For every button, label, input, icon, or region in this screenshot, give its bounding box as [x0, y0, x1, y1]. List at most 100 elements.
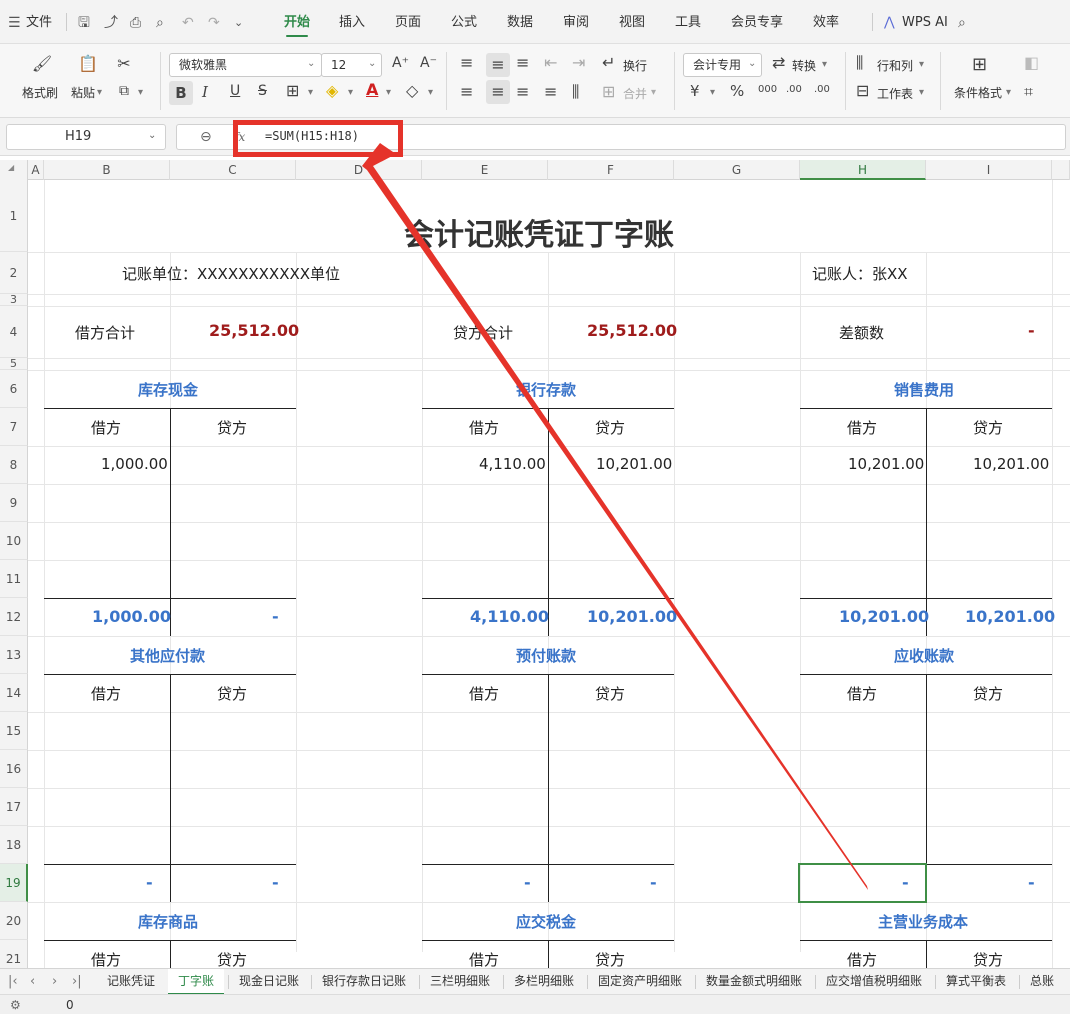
credit-header[interactable]: 贷方 — [973, 683, 1003, 704]
merge-icon[interactable]: ⊞ — [602, 82, 615, 101]
sheet-tab-trial-balance[interactable]: 算式平衡表 — [946, 969, 1006, 995]
sheet-tab-three-column-ledger[interactable]: 三栏明细账 — [430, 969, 490, 995]
conditional-format-icon[interactable]: ⊞ — [972, 54, 987, 75]
credit-header[interactable]: 贷方 — [595, 417, 625, 438]
align-middle-icon[interactable]: ≡ — [486, 53, 510, 77]
sheet-tab-multi-column-ledger[interactable]: 多栏明细账 — [514, 969, 574, 995]
column-header-C[interactable]: C — [170, 160, 296, 180]
paste-button[interactable]: 粘贴 — [71, 84, 95, 101]
font-shrink-icon[interactable]: A⁻ — [420, 55, 437, 71]
tab-member[interactable]: 会员专享 — [731, 0, 783, 44]
wrap-text-button[interactable]: 换行 — [623, 57, 647, 74]
strikethrough-button[interactable]: S — [258, 83, 267, 99]
row-header-15[interactable]: 15 — [0, 712, 28, 750]
column-header-B[interactable]: B — [44, 160, 170, 180]
credit-header[interactable]: 贷方 — [217, 417, 247, 438]
fill-color-dropdown-icon[interactable]: ▾ — [348, 87, 353, 98]
sheet-tab-vat[interactable]: 应交增值税明细账 — [826, 969, 922, 995]
row-header-19[interactable]: 19 — [0, 864, 28, 902]
credit-header[interactable]: 贷方 — [217, 949, 247, 968]
sheet-tab-voucher[interactable]: 记账凭证 — [107, 969, 155, 995]
increase-decimal-button[interactable]: .00 — [786, 84, 802, 95]
cell-B19[interactable]: - — [146, 873, 153, 892]
cell-H8[interactable]: 10,201.00 — [848, 455, 924, 473]
zoom-icon[interactable]: ⊖ — [200, 129, 212, 145]
difference-label[interactable]: 差额数 — [839, 322, 884, 343]
debit-header[interactable]: 借方 — [91, 949, 121, 968]
font-color-icon[interactable]: A — [366, 80, 378, 99]
worksheet-button[interactable]: 工作表 — [877, 85, 913, 102]
row-header-8[interactable]: 8 — [0, 446, 28, 484]
credit-header[interactable]: 贷方 — [595, 683, 625, 704]
row-col-icon[interactable]: ⫼ — [856, 53, 863, 73]
last-sheet-icon[interactable]: ›| — [72, 969, 82, 995]
cell-F8[interactable]: 10,201.00 — [596, 455, 672, 473]
format-painter-button[interactable]: 格式刷 — [22, 84, 58, 101]
search-icon[interactable]: ⌕ — [958, 0, 966, 44]
account-cost-title[interactable]: 主营业务成本 — [878, 911, 968, 932]
bookkeeper[interactable]: 记账人：张XX — [812, 263, 908, 284]
worksheet-dropdown-icon[interactable]: ▾ — [919, 87, 924, 98]
cell-F19[interactable]: - — [650, 873, 657, 892]
undo-icon[interactable]: ↶ — [182, 0, 194, 44]
row-header-6[interactable]: 6 — [0, 370, 28, 408]
italic-button[interactable]: I — [202, 83, 208, 101]
debit-header[interactable]: 借方 — [469, 417, 499, 438]
worksheet-icon[interactable]: ⊟ — [856, 81, 869, 100]
debit-total-label[interactable]: 借方合计 — [75, 322, 135, 343]
quick-access-dropdown-icon[interactable]: ⌄ — [234, 0, 243, 44]
number-format-dropdown-icon[interactable]: ⌄ — [748, 58, 756, 69]
cell-F12[interactable]: 10,201.00 — [587, 607, 677, 626]
align-left-icon[interactable]: ≡ — [460, 82, 473, 101]
sheet-tab-cash-journal[interactable]: 现金日记账 — [239, 969, 299, 995]
row-header-1[interactable]: 1 — [0, 180, 28, 252]
account-prepaid-title[interactable]: 预付账款 — [516, 645, 576, 666]
justify-icon[interactable]: ≡ — [544, 82, 557, 101]
crop-icon[interactable]: ⌗ — [1024, 82, 1033, 102]
distribute-icon[interactable]: ⫼ — [572, 82, 579, 102]
wps-ai-button[interactable]: WPS AI — [902, 0, 948, 44]
border-icon[interactable]: ⊞ — [286, 81, 299, 100]
debit-total-value[interactable]: 25,512.00 — [209, 321, 299, 340]
row-header-18[interactable]: 18 — [0, 826, 28, 864]
font-color-dropdown-icon[interactable]: ▾ — [386, 87, 391, 98]
row-header-9[interactable]: 9 — [0, 484, 28, 522]
debit-header[interactable]: 借方 — [469, 683, 499, 704]
row-header-14[interactable]: 14 — [0, 674, 28, 712]
cell-H12[interactable]: 10,201.00 — [839, 607, 929, 626]
macro-icon[interactable]: ⚙ — [10, 995, 21, 1014]
sheet-title[interactable]: 会计记账凭证丁字账 — [404, 210, 674, 254]
cut-icon[interactable]: ✂ — [112, 54, 136, 73]
debit-header[interactable]: 借方 — [91, 417, 121, 438]
row-header-4[interactable]: 4 — [0, 306, 28, 358]
column-header-G[interactable]: G — [674, 160, 800, 180]
convert-dropdown-icon[interactable]: ▾ — [822, 59, 827, 70]
cell-I8[interactable]: 10,201.00 — [973, 455, 1049, 473]
credit-total-value[interactable]: 25,512.00 — [587, 321, 677, 340]
bold-button[interactable]: B — [169, 81, 193, 105]
accounting-unit[interactable]: 记账单位：XXXXXXXXXXX单位 — [122, 263, 340, 284]
row-header-5[interactable]: 5 — [0, 358, 28, 370]
sheet-tab-quantity-amount[interactable]: 数量金额式明细账 — [706, 969, 802, 995]
currency-dropdown-icon[interactable]: ▾ — [710, 87, 715, 98]
sheet-tab-fixed-assets[interactable]: 固定资产明细账 — [598, 969, 682, 995]
redo-icon[interactable]: ↷ — [208, 0, 220, 44]
conditional-format-dropdown-icon[interactable]: ▾ — [1006, 87, 1011, 98]
percent-button[interactable]: % — [730, 82, 744, 100]
sheet-tab-general-ledger[interactable]: 总账 — [1030, 969, 1054, 995]
row-header-7[interactable]: 7 — [0, 408, 28, 446]
column-header-I[interactable]: I — [926, 160, 1052, 180]
save-icon[interactable]: 🖫 — [78, 0, 90, 44]
account-inventory-title[interactable]: 库存商品 — [138, 911, 198, 932]
clear-dropdown-icon[interactable]: ▾ — [428, 87, 433, 98]
fill-color-icon[interactable]: ◈ — [326, 81, 338, 100]
font-size-dropdown-icon[interactable]: ⌄ — [368, 58, 376, 69]
cell-I19[interactable]: - — [1028, 873, 1035, 892]
convert-icon[interactable]: ⇄ — [772, 53, 785, 72]
convert-button[interactable]: 转换 — [792, 57, 816, 74]
cell-E12[interactable]: 4,110.00 — [470, 607, 549, 626]
format-painter-icon[interactable]: 🖌 — [30, 54, 54, 73]
align-top-icon[interactable]: ≡ — [460, 53, 473, 72]
cell-C12[interactable]: - — [272, 607, 279, 626]
select-all-corner[interactable]: ◢ — [0, 160, 28, 180]
